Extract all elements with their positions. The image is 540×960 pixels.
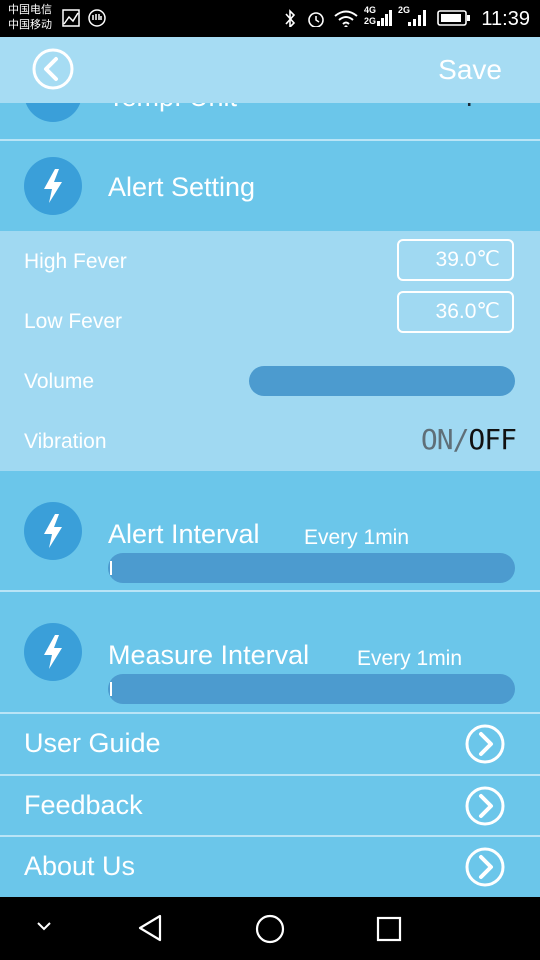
battery-icon	[437, 10, 470, 26]
lightning-icon	[44, 514, 62, 548]
menu-item-user-guide[interactable]: User Guide	[0, 714, 540, 774]
network-type-2: 2G	[364, 16, 377, 26]
clock-time: 11:39	[481, 8, 530, 30]
measure-interval-value: Every 1min	[357, 647, 463, 670]
carrier-1: 中国电信	[8, 3, 52, 16]
alert-interval-title: Alert Interval	[108, 519, 260, 549]
app-header: Save	[0, 37, 540, 103]
vibration-toggle[interactable]: ON/OFF	[421, 423, 517, 456]
slider-thumb[interactable]	[110, 561, 112, 575]
measure-interval-slider[interactable]	[108, 674, 515, 704]
hide-keyboard-icon[interactable]	[34, 919, 54, 933]
high-fever-input[interactable]: 39.0℃	[397, 239, 514, 281]
alert-interval-slider[interactable]	[108, 553, 515, 583]
slider-thumb[interactable]	[110, 682, 112, 696]
system-nav-bar	[0, 897, 540, 960]
carrier-names: 中国电信 中国移动	[8, 2, 52, 32]
wifi-icon	[334, 10, 358, 27]
volume-label: Volume	[24, 370, 95, 393]
menu-item-feedback[interactable]: Feedback	[0, 776, 540, 836]
back-button[interactable]	[31, 47, 75, 91]
alert-setting-title: Alert Setting	[108, 172, 256, 202]
chevron-right-icon[interactable]	[464, 723, 506, 765]
signal-icon-1	[377, 10, 392, 26]
signal-icon-2	[408, 10, 426, 26]
status-bar: 中国电信 中国移动 4G 2G 2G 11:39	[0, 0, 540, 37]
alert-interval-section: Alert Interval Every 1min	[0, 471, 540, 591]
alert-interval-value: Every 1min	[304, 526, 410, 549]
high-fever-label: High Fever	[24, 250, 127, 273]
carrier-2: 中国移动	[8, 18, 52, 31]
vibration-on-option[interactable]: ON	[421, 423, 454, 456]
vibration-label: Vibration	[24, 430, 107, 453]
nav-home-icon[interactable]	[254, 913, 286, 945]
chevron-right-icon[interactable]	[464, 846, 506, 888]
measure-interval-section: Measure Interval Every 1min	[0, 592, 540, 712]
app-notification-icon	[88, 9, 106, 27]
measure-interval-title: Measure Interval	[108, 640, 310, 670]
alert-setting-panel: High Fever 39.0℃ Low Fever 36.0℃ Volume …	[0, 231, 540, 471]
menu-item-about-us[interactable]: About Us	[0, 837, 540, 897]
volume-slider[interactable]	[249, 366, 515, 396]
nav-back-icon[interactable]	[136, 913, 164, 943]
alert-interval-icon-wrap	[24, 502, 82, 560]
low-fever-label: Low Fever	[24, 310, 123, 333]
alarm-icon	[308, 12, 324, 27]
menu-item-label: About Us	[24, 851, 136, 881]
bluetooth-icon	[285, 9, 296, 27]
vibration-separator: /	[452, 423, 470, 456]
measure-interval-icon-wrap	[24, 623, 82, 681]
lightning-icon	[44, 635, 62, 669]
chevron-right-icon[interactable]	[464, 785, 506, 827]
low-fever-input[interactable]: 36.0℃	[397, 291, 514, 333]
network-type-1: 4G	[364, 5, 377, 15]
menu-item-label: Feedback	[24, 790, 143, 820]
image-icon	[62, 9, 80, 27]
save-button[interactable]: Save	[438, 54, 502, 86]
lightning-icon	[44, 169, 62, 203]
alert-setting-icon-wrap	[24, 157, 82, 215]
menu-item-label: User Guide	[24, 728, 161, 758]
nav-recents-icon[interactable]	[375, 915, 403, 943]
vibration-off-option[interactable]: OFF	[468, 423, 517, 456]
alert-setting-header: Alert Setting	[0, 141, 540, 231]
